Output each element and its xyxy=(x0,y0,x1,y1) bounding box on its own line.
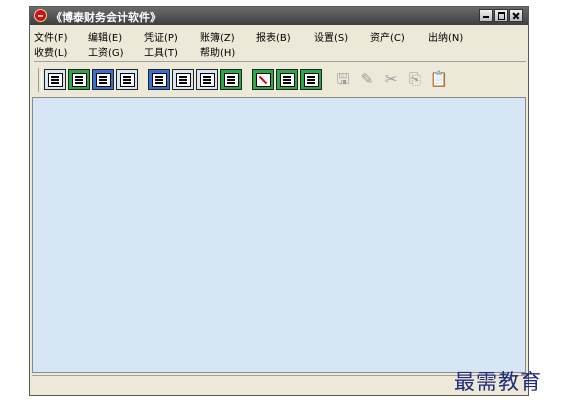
window-title: 《博泰财务会计软件》 xyxy=(51,11,161,24)
balance-sheet-icon[interactable] xyxy=(220,69,242,90)
app-logo-icon xyxy=(34,9,47,22)
cut-icon[interactable]: ✂ xyxy=(380,69,402,90)
menu-asset[interactable]: 资产(C) xyxy=(370,29,405,44)
paste-icon[interactable]: 📋 xyxy=(428,69,450,90)
delete-tool-icon[interactable] xyxy=(252,69,274,90)
journal-icon[interactable] xyxy=(196,69,218,90)
menu-salary[interactable]: 工资(G) xyxy=(88,44,124,59)
report-chart-icon[interactable] xyxy=(276,69,298,90)
save-icon[interactable]: 🖫 xyxy=(332,69,354,90)
menu-ledger[interactable]: 账簿(Z) xyxy=(200,29,235,44)
minimize-button[interactable] xyxy=(479,9,493,22)
menu-divider xyxy=(34,61,526,62)
workspace-area[interactable] xyxy=(32,97,526,373)
title-bar[interactable]: 《博泰财务会计软件》 xyxy=(30,7,528,25)
pencil-icon[interactable]: ✎ xyxy=(356,69,378,90)
menu-edit[interactable]: 编辑(E) xyxy=(88,29,122,44)
menu-help[interactable]: 帮助(H) xyxy=(200,44,235,59)
account-detail-icon[interactable] xyxy=(172,69,194,90)
maximize-button[interactable] xyxy=(494,9,508,22)
menu-receipt-fee[interactable]: 收费(L) xyxy=(34,44,67,59)
ledger-query-icon[interactable] xyxy=(148,69,170,90)
menu-voucher[interactable]: 凭证(P) xyxy=(144,29,178,44)
voucher-post-icon[interactable] xyxy=(92,69,114,90)
toolbar: 🖫 ✎ ✂ ⎘ 📋 xyxy=(38,65,528,95)
toolbar-grip[interactable] xyxy=(38,68,42,92)
menu-tools[interactable]: 工具(T) xyxy=(144,44,178,59)
copy-icon[interactable]: ⎘ xyxy=(404,69,426,90)
month-close-icon[interactable] xyxy=(116,69,138,90)
app-window: 《博泰财务会计软件》 文件(F) 编辑(E) 凭证(P) 账簿(Z) 报表(B)… xyxy=(29,6,529,396)
voucher-audit-icon[interactable] xyxy=(68,69,90,90)
menu-report[interactable]: 报表(B) xyxy=(256,29,291,44)
voucher-entry-icon[interactable] xyxy=(44,69,66,90)
status-bar xyxy=(32,375,526,393)
statistics-icon[interactable] xyxy=(300,69,322,90)
close-button[interactable] xyxy=(509,9,523,22)
watermark-text: 最需教育 xyxy=(454,370,542,394)
menu-settings[interactable]: 设置(S) xyxy=(314,29,348,44)
menu-file[interactable]: 文件(F) xyxy=(34,29,68,44)
menu-cashier[interactable]: 出纳(N) xyxy=(428,29,463,44)
